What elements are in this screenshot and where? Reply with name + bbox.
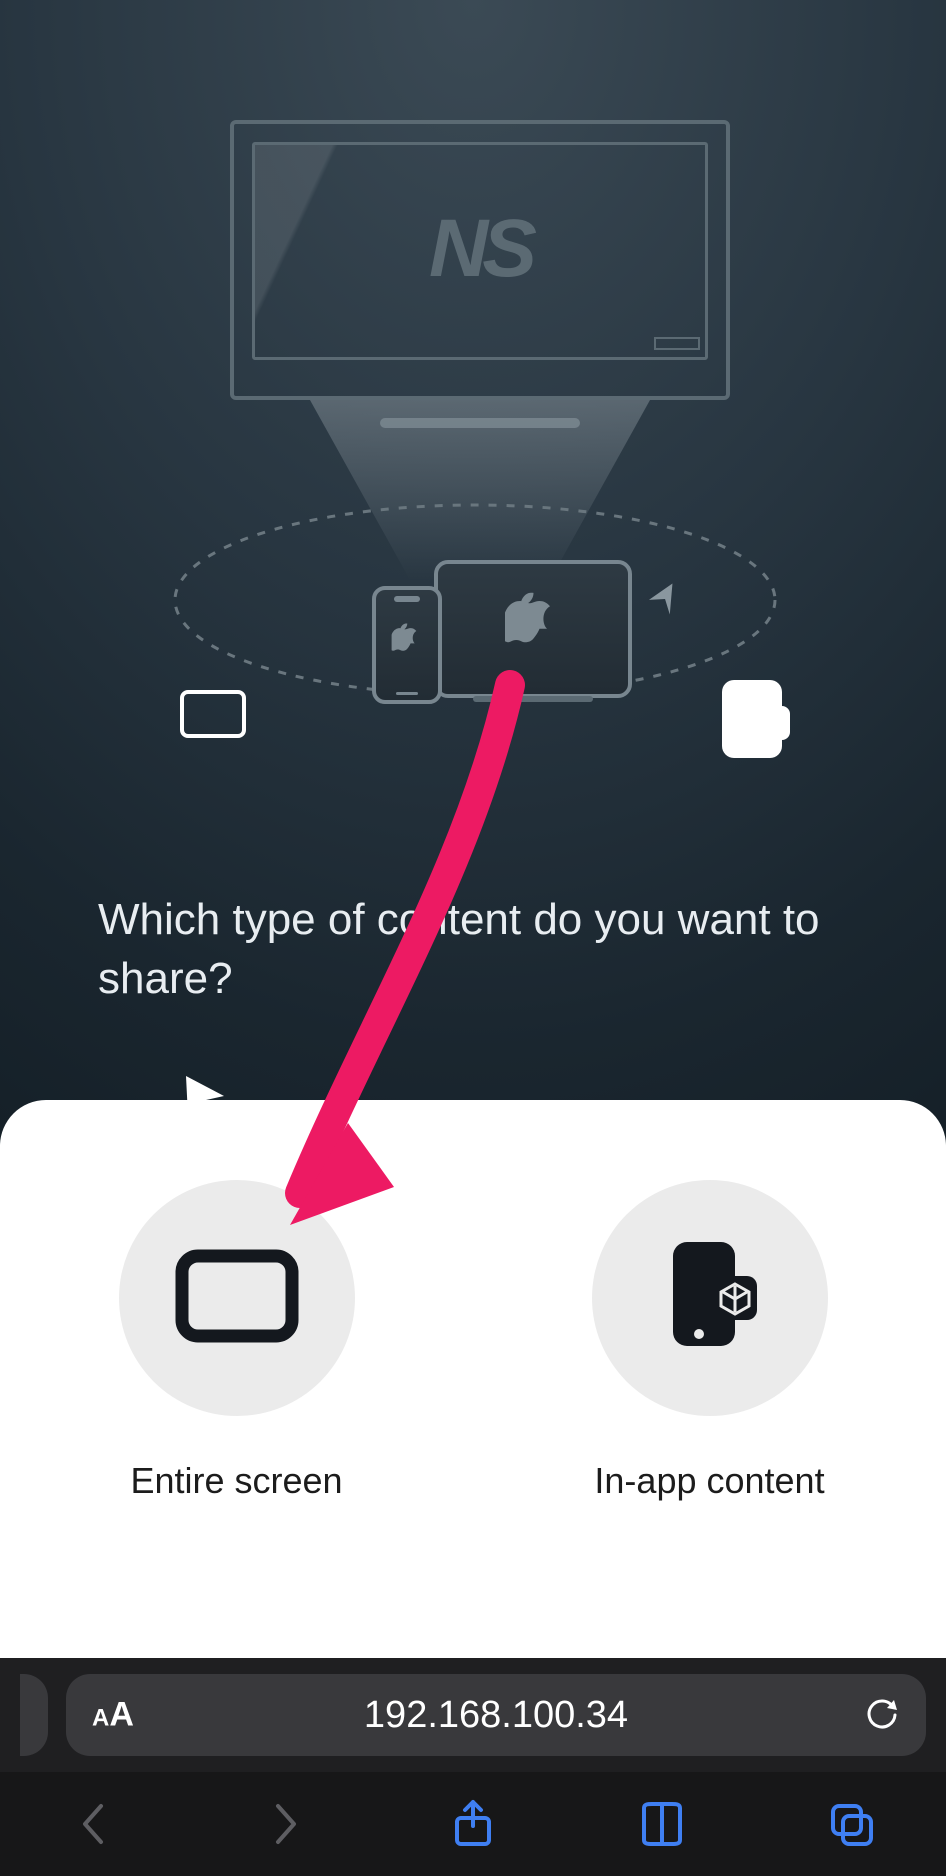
back-button[interactable] [67, 1796, 123, 1852]
screen-rect-icon [175, 1249, 299, 1348]
center-devices-illustration [372, 560, 642, 710]
apple-logo-icon [392, 624, 423, 660]
browser-toolbar [0, 1772, 946, 1876]
entire-screen-label: Entire screen [130, 1460, 342, 1502]
reload-button[interactable] [864, 1697, 900, 1733]
share-button[interactable] [445, 1796, 501, 1852]
entire-screen-option[interactable]: Entire screen [57, 1180, 417, 1502]
cursor-icon [180, 1072, 230, 1122]
tabs-button[interactable] [823, 1796, 879, 1852]
address-text: 192.168.100.34 [364, 1694, 628, 1737]
orbit-screen-icon [180, 690, 246, 738]
share-prompt-heading: Which type of content do you want to sha… [98, 890, 848, 1009]
prev-tab-peek[interactable] [20, 1674, 48, 1756]
options-sheet: Entire screen In-app content [0, 1100, 946, 1658]
orbit-phone-app-icon [722, 680, 782, 758]
apple-logo-icon [505, 593, 561, 659]
in-app-content-option[interactable]: In-app content [530, 1180, 890, 1502]
phone-app-icon [655, 1236, 765, 1361]
orbit-direction-arrow-icon [636, 577, 684, 633]
address-bar[interactable]: AA 192.168.100.34 [66, 1674, 926, 1756]
tv-illustration: NS [230, 120, 730, 400]
text-size-button[interactable]: AA [92, 1696, 134, 1735]
forward-button[interactable] [256, 1796, 312, 1852]
browser-address-bar-area: AA 192.168.100.34 [0, 1658, 946, 1772]
bookmarks-button[interactable] [634, 1796, 690, 1852]
tv-logo-text: NS [429, 202, 531, 296]
in-app-content-label: In-app content [594, 1460, 824, 1502]
